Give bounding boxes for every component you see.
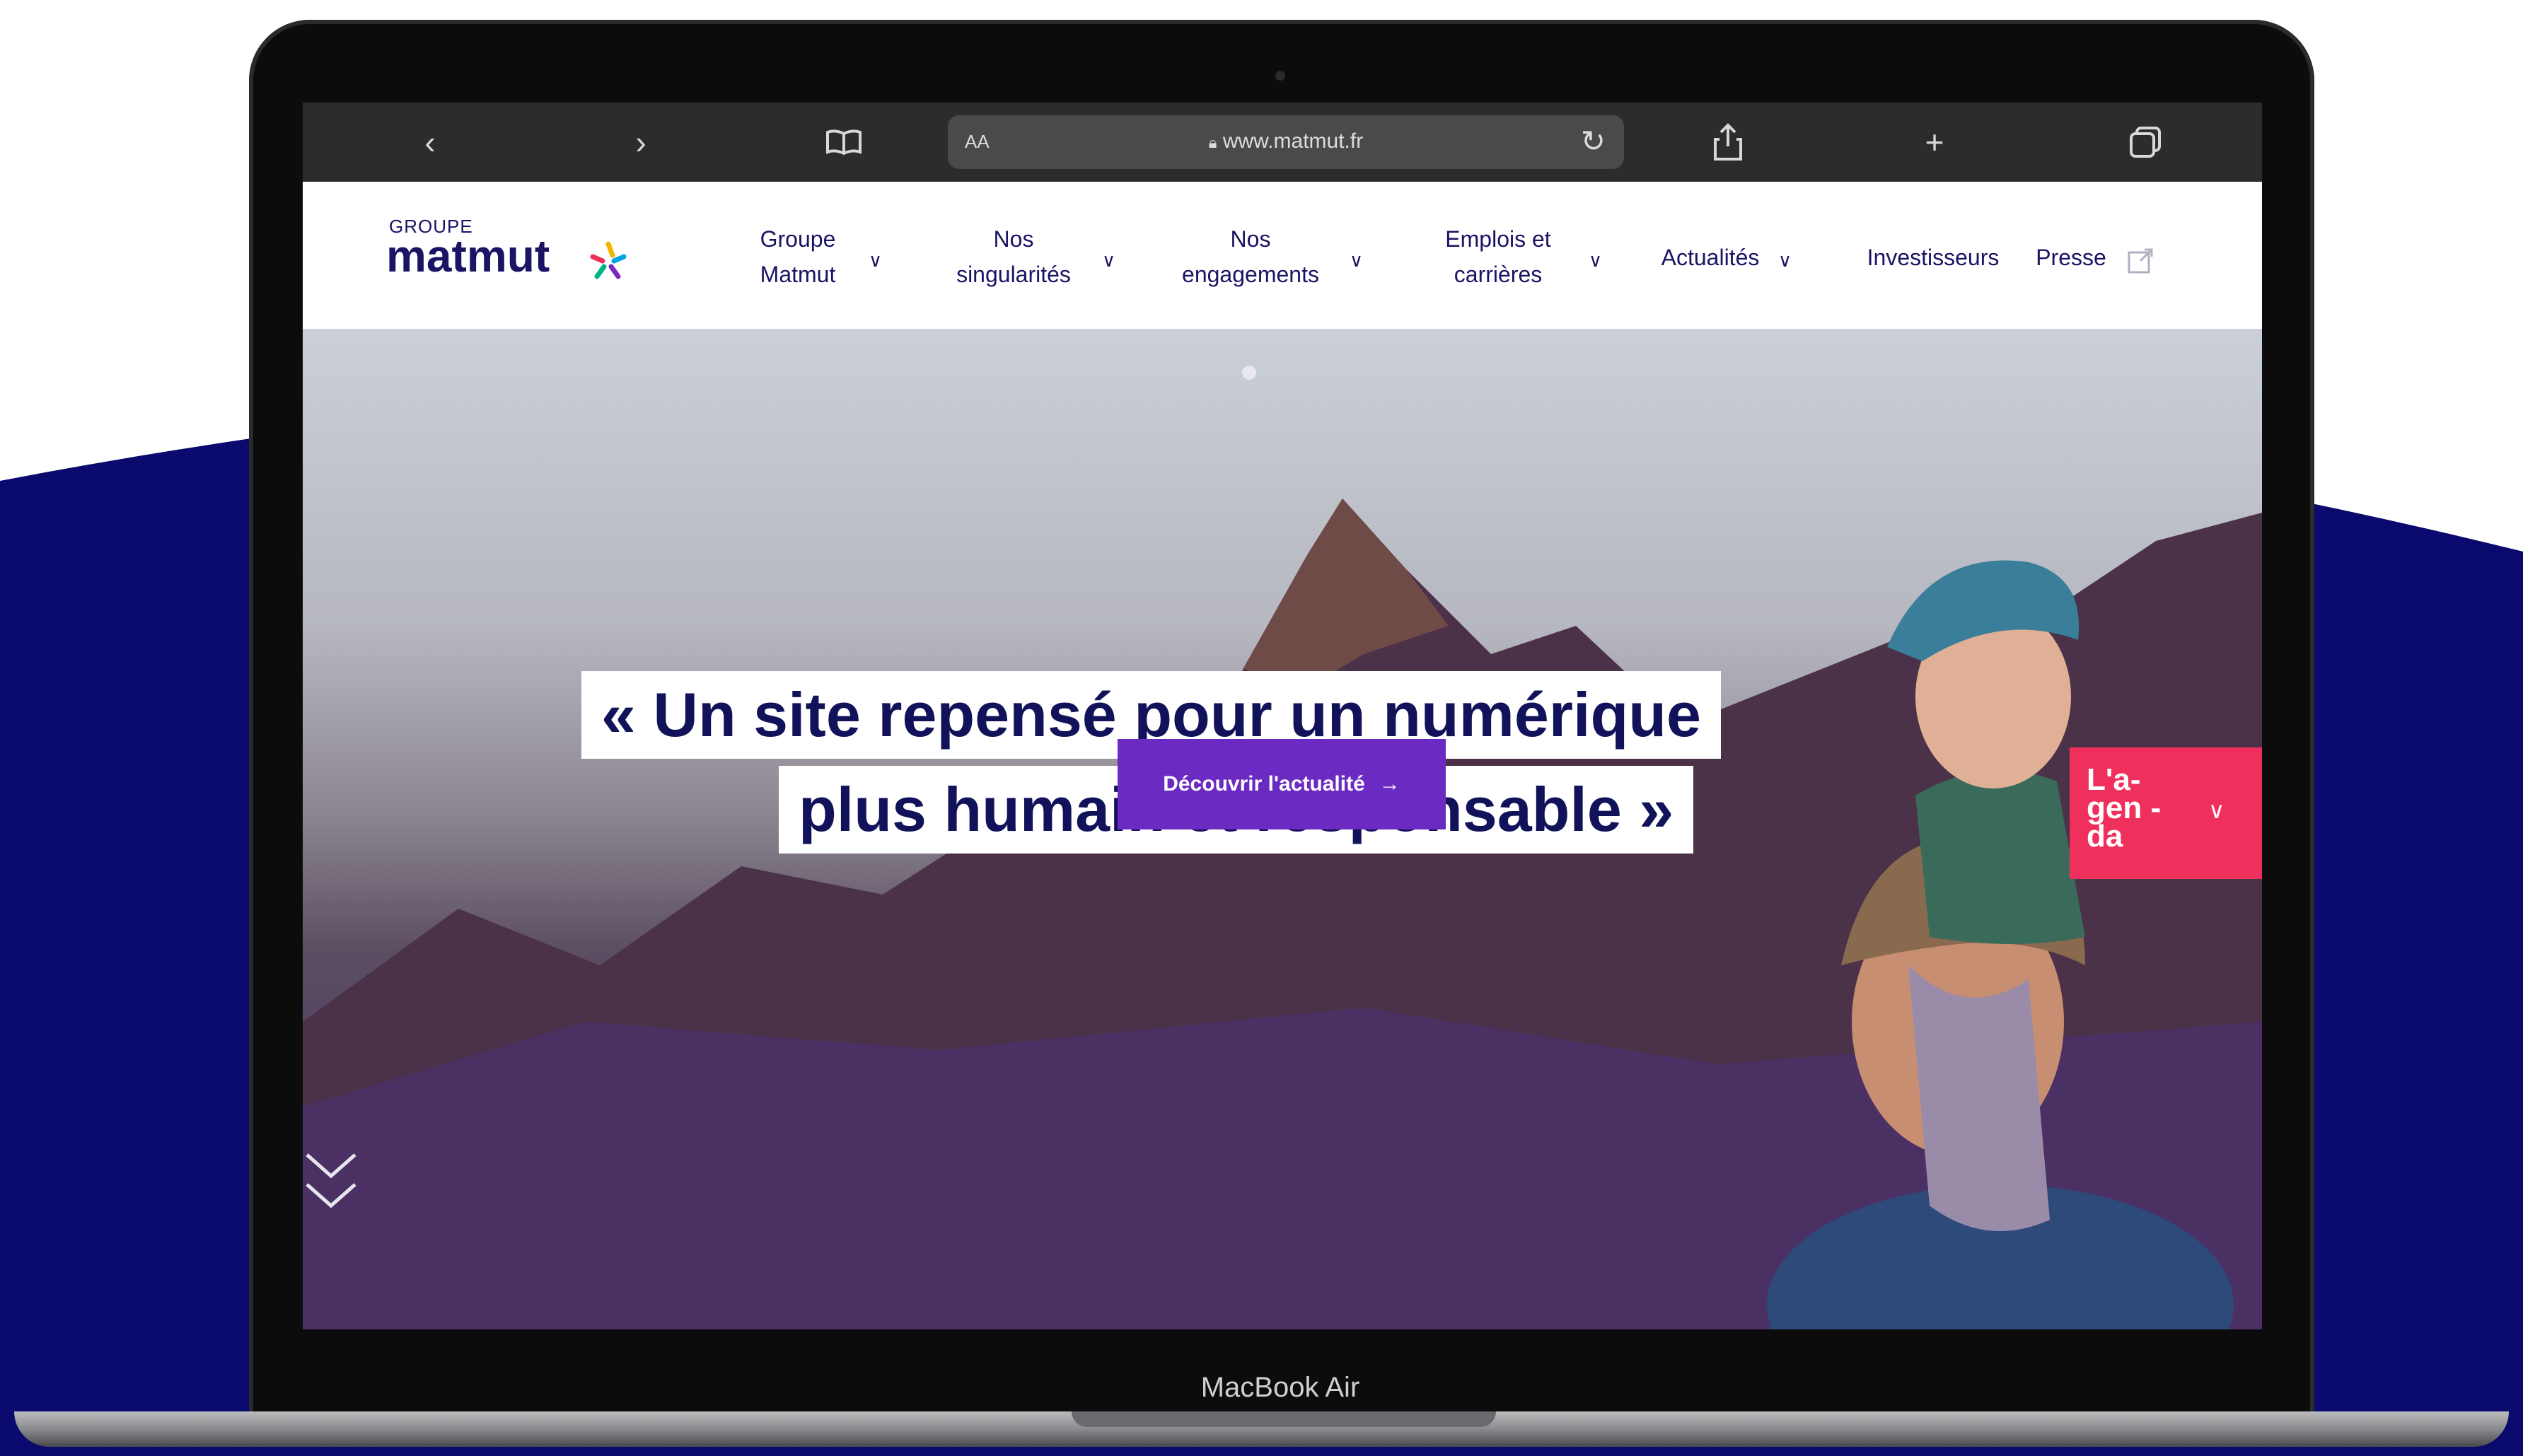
macbook-label: MacBook Air — [1200, 1372, 1360, 1403]
nav-label-line2: Matmut — [760, 262, 836, 287]
forward-icon[interactable]: › — [620, 118, 662, 166]
external-link-icon[interactable] — [2126, 247, 2154, 275]
lock-icon: 🔒︎ — [1208, 134, 1217, 151]
url-label: www.matmut.fr — [1222, 129, 1364, 153]
nav-nos-engagements[interactable]: Nos engagements — [1159, 221, 1342, 292]
nav-label-line1: Groupe — [760, 226, 836, 252]
camera — [1275, 71, 1285, 81]
logo-matmut-text: matmut — [386, 231, 550, 281]
logo-star-icon — [590, 241, 627, 279]
nav-label-line1: Nos — [993, 226, 1034, 252]
nav-label-line1: Nos — [1230, 226, 1271, 252]
new-tab-icon[interactable]: + — [1910, 118, 1959, 166]
bookmarks-icon[interactable] — [819, 118, 869, 166]
nav-presse[interactable]: Presse — [2029, 240, 2113, 275]
reload-icon[interactable]: ↻ — [1581, 124, 1606, 158]
nav-label: Investisseurs — [1867, 245, 2000, 270]
agenda-widget[interactable]: L'a- gen -da ∨ — [2070, 747, 2262, 879]
discover-news-label: Découvrir l'actualité — [1163, 772, 1365, 796]
chevron-down-icon[interactable]: ∨ — [1778, 250, 1792, 272]
laptop-screen: ‹ › AA 🔒︎ www.matmut.fr ↻ + GROUPE matmu… — [303, 103, 2262, 1329]
chevron-down-icon[interactable]: ∨ — [1589, 250, 1602, 272]
url-text[interactable]: 🔒︎ www.matmut.fr — [948, 129, 1624, 153]
back-icon[interactable]: ‹ — [409, 118, 451, 166]
nav-nos-singularites[interactable]: Nos singularités — [932, 221, 1095, 292]
site-header: GROUPE matmut Groupe Matmut ∨ Nos singul… — [303, 182, 2262, 329]
discover-news-button[interactable]: Découvrir l'actualité → — [1118, 739, 1446, 829]
nav-label: Actualités — [1661, 245, 1760, 270]
nav-label-line2: singularités — [956, 262, 1071, 287]
nav-label-line2: carrières — [1454, 262, 1543, 287]
nav-emplois-carrieres[interactable]: Emplois et carrières — [1420, 221, 1576, 292]
nav-groupe-matmut[interactable]: Groupe Matmut — [741, 221, 854, 292]
nav-actualites[interactable]: Actualités — [1647, 240, 1774, 275]
share-icon[interactable] — [1703, 118, 1753, 166]
chevron-down-icon[interactable]: ∨ — [869, 250, 882, 272]
nav-label: Presse — [2036, 245, 2106, 270]
chevron-down-icon[interactable]: ∨ — [1350, 250, 1363, 272]
nav-investisseurs[interactable]: Investisseurs — [1852, 240, 2014, 275]
nav-label-line1: Emplois et — [1445, 226, 1551, 252]
tabs-icon[interactable] — [2121, 118, 2170, 166]
chevron-down-icon: ∨ — [2208, 798, 2225, 823]
laptop-base-notch — [1072, 1411, 1496, 1427]
scroll-down-icon[interactable] — [303, 1148, 359, 1218]
agenda-label: L'a- gen -da — [2087, 762, 2162, 854]
url-bar[interactable]: AA 🔒︎ www.matmut.fr ↻ — [948, 115, 1624, 169]
nav-label-line2: engagements — [1182, 262, 1319, 287]
chevron-down-icon[interactable]: ∨ — [1102, 250, 1115, 272]
arrow-right-icon: → — [1379, 772, 1400, 796]
browser-toolbar: ‹ › AA 🔒︎ www.matmut.fr ↻ + — [303, 103, 2262, 182]
hero-banner: « Un site repensé pour un numérique plus… — [303, 329, 2262, 1329]
